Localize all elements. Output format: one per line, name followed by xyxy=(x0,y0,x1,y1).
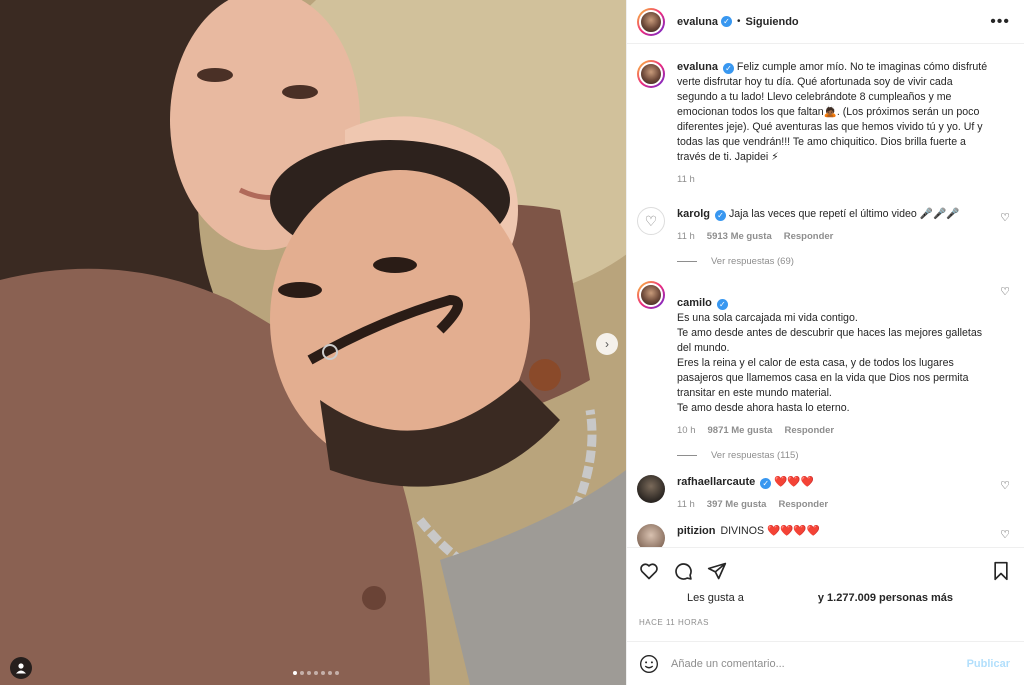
post-photo[interactable]: › xyxy=(0,0,626,685)
comment-time[interactable]: 11 h xyxy=(677,499,695,510)
like-comment-icon[interactable]: ♡ xyxy=(1000,211,1010,224)
comment-username[interactable]: pitizion xyxy=(677,525,716,537)
avatar[interactable] xyxy=(637,7,665,36)
comment-likes[interactable]: 5913 Me gusta xyxy=(707,231,772,242)
comment-bubble-icon[interactable] xyxy=(673,561,693,581)
comments-list[interactable]: evaluna ✓ Feliz cumple amor mío. No te im… xyxy=(627,44,1024,547)
caption: evaluna ✓ Feliz cumple amor mío. No te im… xyxy=(637,60,1010,185)
header-username[interactable]: evaluna xyxy=(677,16,718,28)
add-comment-bar: Publicar xyxy=(627,641,1024,685)
comment-input[interactable] xyxy=(671,657,967,670)
comment-time[interactable]: 11 h xyxy=(677,231,695,242)
carousel-dots xyxy=(293,671,339,675)
carousel-dot xyxy=(321,671,325,675)
comment-text: DIVINOS ❤️❤️❤️❤️ xyxy=(720,525,820,537)
verified-icon: ✓ xyxy=(760,478,772,489)
next-photo-button[interactable]: › xyxy=(596,333,618,355)
caption-text: Feliz cumple amor mío. No te imaginas có… xyxy=(677,61,988,163)
comment-text: Jaja las veces que repetí el último vide… xyxy=(728,208,960,220)
likes-count[interactable]: y 1.277.009 personas más xyxy=(818,592,953,604)
comment-item: pitizion DIVINOS ❤️❤️❤️❤️ ♡ xyxy=(637,524,1010,547)
comment-username[interactable]: camilo xyxy=(677,297,712,309)
carousel-dot xyxy=(328,671,332,675)
reply-button[interactable]: Responder xyxy=(784,425,834,436)
carousel-dot xyxy=(314,671,318,675)
comment-item: ♡ karolg ✓ Jaja las veces que repetí el ú… xyxy=(637,207,1010,267)
verified-icon: ✓ xyxy=(715,210,727,221)
post-panel: evaluna ✓ • Siguiendo ••• evaluna ✓ Feliz… xyxy=(626,0,1024,685)
chevron-right-icon: › xyxy=(605,337,609,351)
like-comment-icon[interactable]: ♡ xyxy=(1000,479,1010,492)
reply-button[interactable]: Responder xyxy=(778,499,828,510)
emoji-icon[interactable] xyxy=(639,654,659,674)
comment-time[interactable]: 10 h xyxy=(677,425,696,436)
view-replies-button[interactable]: Ver respuestas (69) xyxy=(677,256,988,267)
post-modal: › evaluna ✓ • Siguiendo ••• evaluna ✓ Fe… xyxy=(0,0,1024,685)
avatar[interactable] xyxy=(637,281,665,309)
comment-likes[interactable]: 9871 Me gusta xyxy=(708,425,773,436)
comment-text: ❤️❤️❤️ xyxy=(774,476,814,488)
comment-item: rafhaellarcaute ✓ ❤️❤️❤️ 11 h 397 Me gust… xyxy=(637,475,1010,510)
like-comment-icon[interactable]: ♡ xyxy=(1000,528,1010,541)
photo-scene xyxy=(0,0,626,685)
person-icon xyxy=(16,663,26,674)
avatar[interactable]: ♡ xyxy=(637,207,665,235)
avatar[interactable] xyxy=(637,475,665,503)
header-separator: • xyxy=(736,16,741,27)
following-button[interactable]: Siguiendo xyxy=(745,16,798,28)
likes-summary[interactable]: Les gusta a y 1.277.009 personas más xyxy=(639,592,1010,604)
carousel-dot xyxy=(293,671,297,675)
comment-username[interactable]: rafhaellarcaute xyxy=(677,476,755,488)
reply-button[interactable]: Responder xyxy=(784,231,834,242)
likes-lead: Les gusta a xyxy=(687,592,744,604)
like-comment-icon[interactable]: ♡ xyxy=(1000,285,1010,298)
carousel-dot xyxy=(300,671,304,675)
divider xyxy=(677,455,697,456)
like-heart-icon[interactable] xyxy=(639,561,659,581)
caption-username[interactable]: evaluna xyxy=(677,61,718,73)
comment-item: camilo ✓ Es una sola carcajada mi vida co… xyxy=(637,281,1010,461)
verified-icon: ✓ xyxy=(720,16,732,27)
divider xyxy=(677,261,697,262)
verified-icon: ✓ xyxy=(716,299,728,310)
tagged-people-button[interactable] xyxy=(10,657,32,679)
view-replies-label: Ver respuestas (69) xyxy=(711,256,794,267)
more-options-icon[interactable]: ••• xyxy=(990,13,1010,31)
carousel-dot xyxy=(307,671,311,675)
comment-username[interactable]: karolg xyxy=(677,208,710,220)
avatar[interactable] xyxy=(637,524,665,547)
caption-time[interactable]: 11 h xyxy=(677,174,695,185)
view-replies-label: Ver respuestas (115) xyxy=(711,450,799,461)
view-replies-button[interactable]: Ver respuestas (115) xyxy=(677,450,988,461)
post-header: evaluna ✓ • Siguiendo ••• xyxy=(627,0,1024,44)
carousel-dot xyxy=(335,671,339,675)
verified-icon: ✓ xyxy=(722,63,734,74)
comment-likes[interactable]: 397 Me gusta xyxy=(707,499,767,510)
avatar[interactable] xyxy=(637,60,665,88)
publish-button[interactable]: Publicar xyxy=(967,658,1010,670)
bookmark-icon[interactable] xyxy=(992,561,1010,581)
post-actions: Les gusta a y 1.277.009 personas más HAC… xyxy=(627,547,1024,627)
post-timestamp[interactable]: HACE 11 HORAS xyxy=(639,618,1010,627)
share-send-icon[interactable] xyxy=(707,561,727,581)
comment-text: Es una sola carcajada mi vida contigo. T… xyxy=(677,312,983,414)
